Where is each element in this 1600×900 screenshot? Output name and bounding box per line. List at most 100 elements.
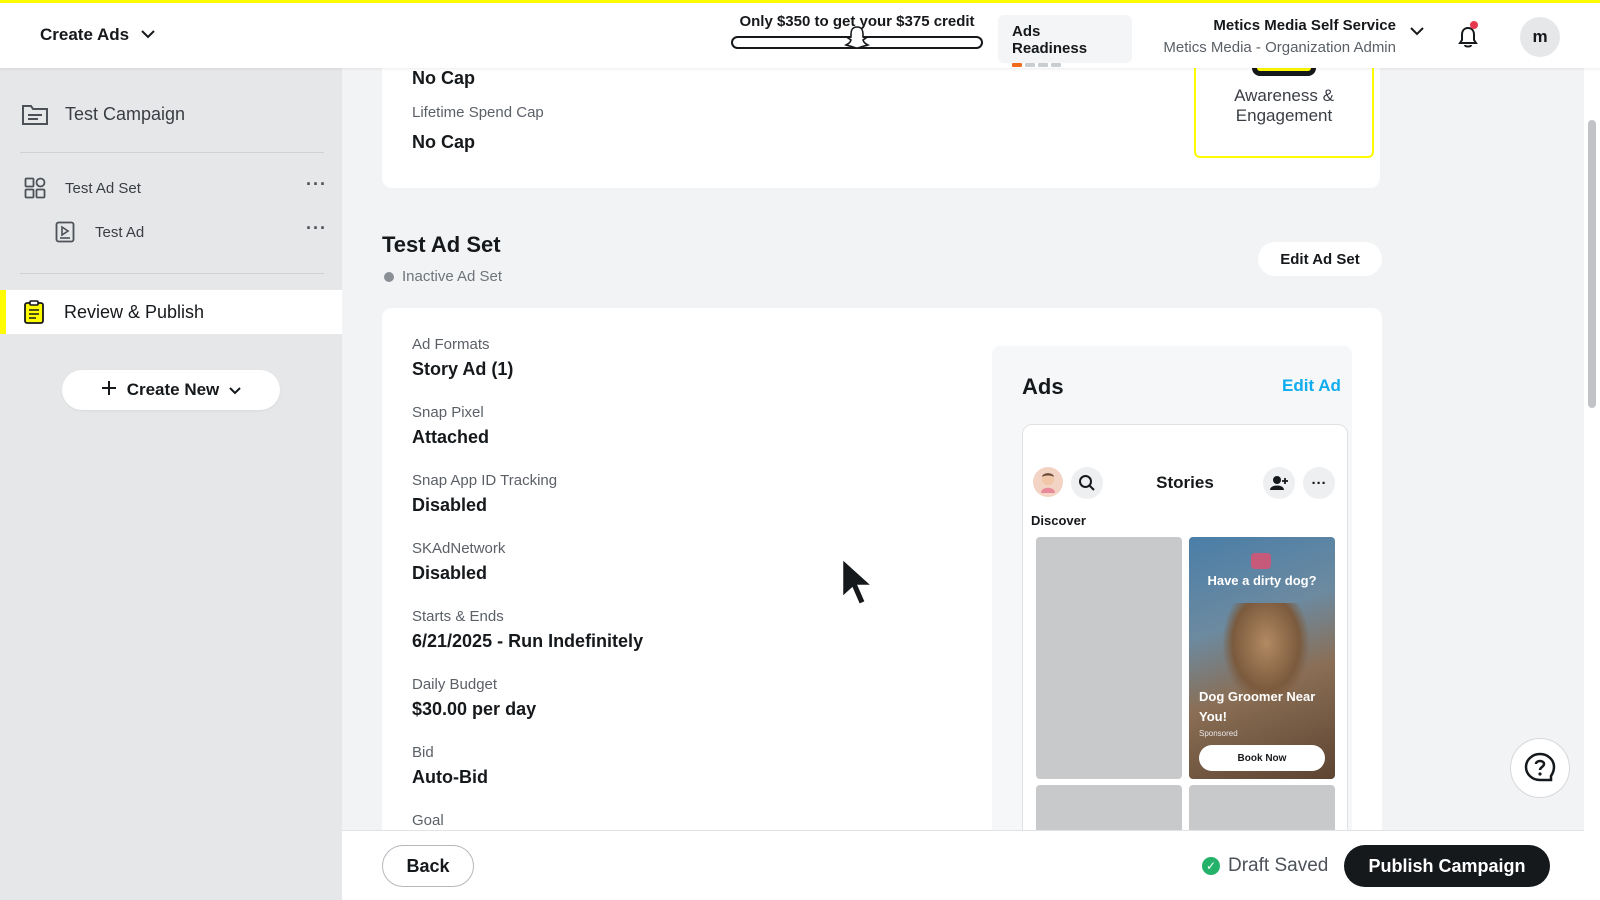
ghost-icon [843, 25, 871, 54]
sidebar-divider [20, 273, 324, 274]
ads-panel-title: Ads [1022, 374, 1064, 399]
sponsored-story-tile: Have a dirty dog? Dog Groomer Near You! … [1189, 537, 1335, 779]
detail-value: Attached [412, 427, 490, 447]
status-text: Inactive Ad Set [402, 268, 503, 285]
create-new-button[interactable]: Create New [62, 370, 280, 410]
megaphone-icon [1252, 68, 1316, 76]
detail-label: SKAdNetwork [412, 540, 506, 557]
detail-value: 6/21/2025 - Run Indefinitely [412, 631, 644, 651]
user-avatar[interactable]: m [1520, 17, 1560, 57]
objective-label: Awareness & Engagement [1234, 86, 1334, 125]
ad-headline: Have a dirty dog? [1207, 573, 1317, 588]
organization-switcher[interactable]: Metics Media Self Service Metics Media -… [1163, 17, 1396, 56]
detail-daily-budget: Daily Budget $30.00 per day [412, 676, 536, 720]
org-name: Metics Media Self Service [1213, 17, 1396, 34]
detail-value: Disabled [412, 563, 488, 583]
ad-brand-name: Dog Groomer Near You! [1199, 689, 1316, 724]
story-tile-placeholder [1189, 785, 1335, 830]
org-role: Metics Media - Organization Admin [1163, 39, 1396, 56]
detail-label: Ad Formats [412, 336, 490, 353]
page-scrollbar[interactable] [1584, 68, 1600, 900]
clipboard-icon [22, 300, 46, 324]
edit-ad-set-button[interactable]: Edit Ad Set [1258, 242, 1382, 276]
ad-set-status: Inactive Ad Set [384, 268, 502, 285]
active-indicator [0, 290, 6, 334]
plus-icon [101, 380, 117, 401]
draft-status-text: Draft Saved [1228, 855, 1329, 876]
draft-status: ✓ Draft Saved [1202, 855, 1328, 877]
sidebar-item-ad-set[interactable]: Test Ad Set [0, 174, 342, 202]
stories-title: Stories [1156, 473, 1214, 492]
detail-value: Story Ad (1) [412, 359, 514, 379]
discover-label: Discover [1031, 513, 1086, 528]
help-chat-icon[interactable] [1510, 738, 1570, 798]
daily-spend-cap-value: No Cap [412, 68, 475, 88]
detail-bid: Bid Auto-Bid [412, 744, 488, 788]
ad-preview-icon [54, 221, 76, 243]
sidebar-item-label: Test Ad [95, 223, 145, 241]
ad-set-shapes-icon [24, 177, 46, 199]
sidebar-item-ad[interactable]: Test Ad [0, 218, 342, 246]
main-content: No Cap Lifetime Spend Cap No Cap Awarene… [342, 68, 1584, 830]
detail-starts-ends: Starts & Ends 6/21/2025 - Run Indefinite… [412, 608, 643, 652]
detail-label: Daily Budget [412, 676, 498, 693]
campaign-summary-card: No Cap Lifetime Spend Cap No Cap Awarene… [382, 68, 1380, 188]
sponsored-label: Sponsored [1199, 729, 1238, 738]
ad-set-more-options-icon[interactable]: ··· [306, 174, 327, 195]
sidebar-divider [20, 152, 324, 153]
chevron-down-icon[interactable] [1410, 23, 1424, 39]
detail-label: Snap Pixel [412, 404, 484, 421]
scrollbar-thumb[interactable] [1588, 120, 1596, 408]
bottom-action-bar: Back ✓ Draft Saved Publish Campaign [342, 830, 1584, 900]
ad-more-options-icon[interactable]: ··· [306, 218, 327, 239]
ads-readiness-label: Ads Readiness [1012, 23, 1088, 57]
detail-snap-pixel: Snap Pixel Attached [412, 404, 489, 448]
sidebar-item-review-publish[interactable]: Review & Publish [0, 290, 342, 334]
detail-value: Auto-Bid [412, 767, 488, 787]
sidebar-item-label: Review & Publish [64, 301, 205, 322]
back-button[interactable]: Back [382, 845, 474, 887]
readiness-step [1038, 63, 1048, 67]
sidebar-item-campaign[interactable]: Test Campaign [0, 96, 342, 132]
add-friend-icon [1263, 467, 1295, 499]
detail-label: Snap App ID Tracking [412, 472, 558, 489]
sidebar-item-label: Test Ad Set [65, 179, 141, 197]
ad-cta-button: Book Now [1199, 745, 1325, 771]
lifetime-spend-cap-label: Lifetime Spend Cap [412, 104, 544, 121]
story-tile-placeholder [1036, 785, 1182, 830]
top-bar: Create Ads Only $350 to get your $375 cr… [0, 0, 1600, 68]
check-circle-icon: ✓ [1202, 857, 1220, 875]
ads-readiness[interactable]: Ads Readiness [998, 15, 1132, 67]
chevron-down-icon [141, 28, 155, 42]
detail-skadnetwork: SKAdNetwork Disabled [412, 540, 505, 584]
status-dot [384, 271, 394, 282]
readiness-step [1051, 63, 1061, 67]
readiness-step [1025, 63, 1035, 67]
notifications-bell-icon[interactable] [1452, 21, 1484, 53]
create-ads-menu[interactable]: Create Ads [40, 25, 155, 45]
detail-ad-formats: Ad Formats Story Ad (1) [412, 336, 513, 380]
ad-preview-phone: Stories ··· Discover Have a dirty dog? D… [1022, 424, 1348, 830]
notification-dot [1470, 21, 1478, 29]
campaign-objective: Awareness & Engagement [1194, 68, 1374, 158]
brand-logo-icon [1251, 553, 1271, 569]
ads-panel: Ads Edit Ad Stories ··· Discover Have a … [992, 346, 1352, 830]
publish-campaign-button[interactable]: Publish Campaign [1344, 845, 1550, 887]
readiness-meter [1012, 63, 1118, 67]
ad-set-title: Test Ad Set [382, 232, 501, 257]
sidebar-item-label: Test Campaign [65, 103, 186, 124]
sidebar: Test Campaign Test Ad Set ··· Test Ad ··… [0, 68, 342, 900]
mouse-cursor-icon [840, 555, 878, 613]
readiness-step [1012, 63, 1022, 67]
ad-set-details-card: Ad Formats Story Ad (1) Snap Pixel Attac… [382, 308, 1382, 830]
edit-ad-link[interactable]: Edit Ad [1282, 376, 1341, 396]
detail-goal: Goal [412, 812, 444, 830]
detail-value: $30.00 per day [412, 699, 537, 719]
detail-label: Goal [412, 812, 444, 829]
more-icon: ··· [1303, 467, 1335, 499]
detail-label: Starts & Ends [412, 608, 504, 625]
detail-label: Bid [412, 744, 434, 761]
create-ads-title: Create Ads [40, 25, 130, 44]
create-new-label: Create New [126, 380, 220, 399]
story-tile-placeholder [1036, 537, 1182, 779]
